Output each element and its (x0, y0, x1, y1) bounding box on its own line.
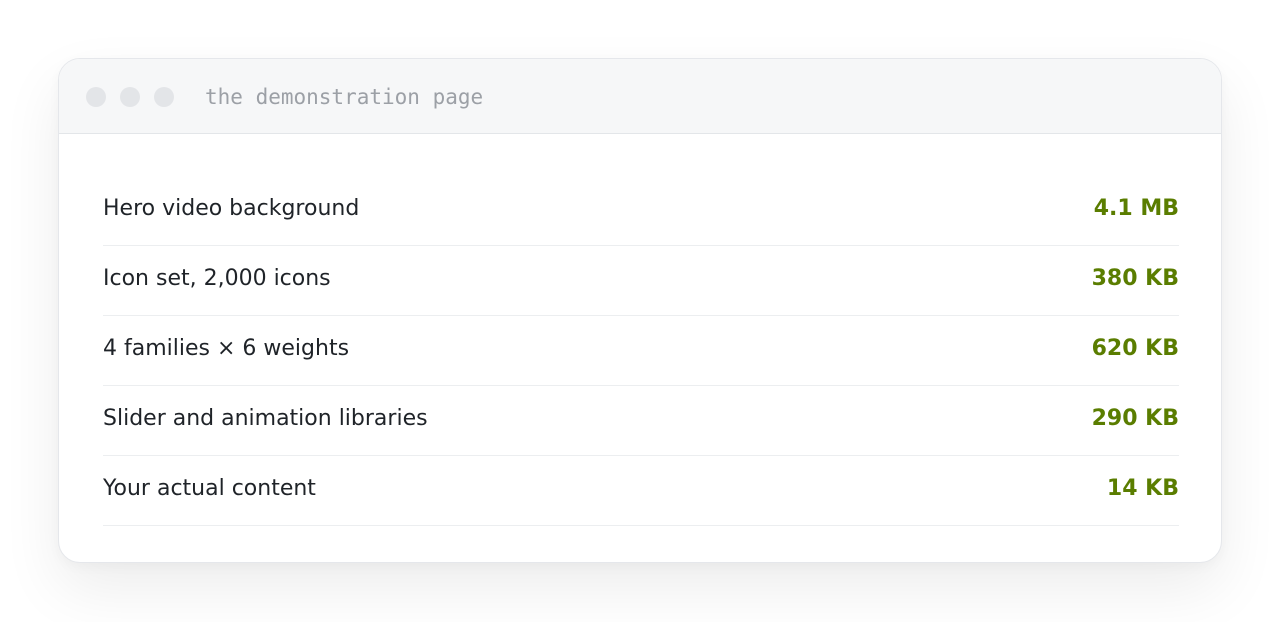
browser-window: the demonstration page Hero video backgr… (58, 58, 1222, 563)
list-item: Hero video background 4.1 MB (103, 176, 1179, 246)
item-label: Slider and animation libraries (103, 406, 428, 431)
window-dot-icon (154, 87, 174, 107)
list-item: Your actual content 14 KB (103, 456, 1179, 526)
item-size: 290 KB (1091, 406, 1179, 431)
list-item: Slider and animation libraries 290 KB (103, 386, 1179, 456)
window-title: the demonstration page (205, 85, 484, 109)
window-dot-icon (120, 87, 140, 107)
list-item: 4 families × 6 weights 620 KB (103, 316, 1179, 386)
item-size: 4.1 MB (1093, 196, 1179, 221)
window-titlebar: the demonstration page (59, 59, 1221, 134)
item-size: 380 KB (1091, 266, 1179, 291)
item-size: 14 KB (1106, 476, 1179, 501)
list-item: Icon set, 2,000 icons 380 KB (103, 246, 1179, 316)
item-size: 620 KB (1091, 336, 1179, 361)
window-dot-icon (86, 87, 106, 107)
page-weight-list: Hero video background 4.1 MB Icon set, 2… (103, 176, 1179, 526)
item-label: 4 families × 6 weights (103, 336, 350, 361)
item-label: Your actual content (103, 476, 316, 501)
item-label: Hero video background (103, 196, 360, 221)
item-label: Icon set, 2,000 icons (103, 266, 331, 291)
